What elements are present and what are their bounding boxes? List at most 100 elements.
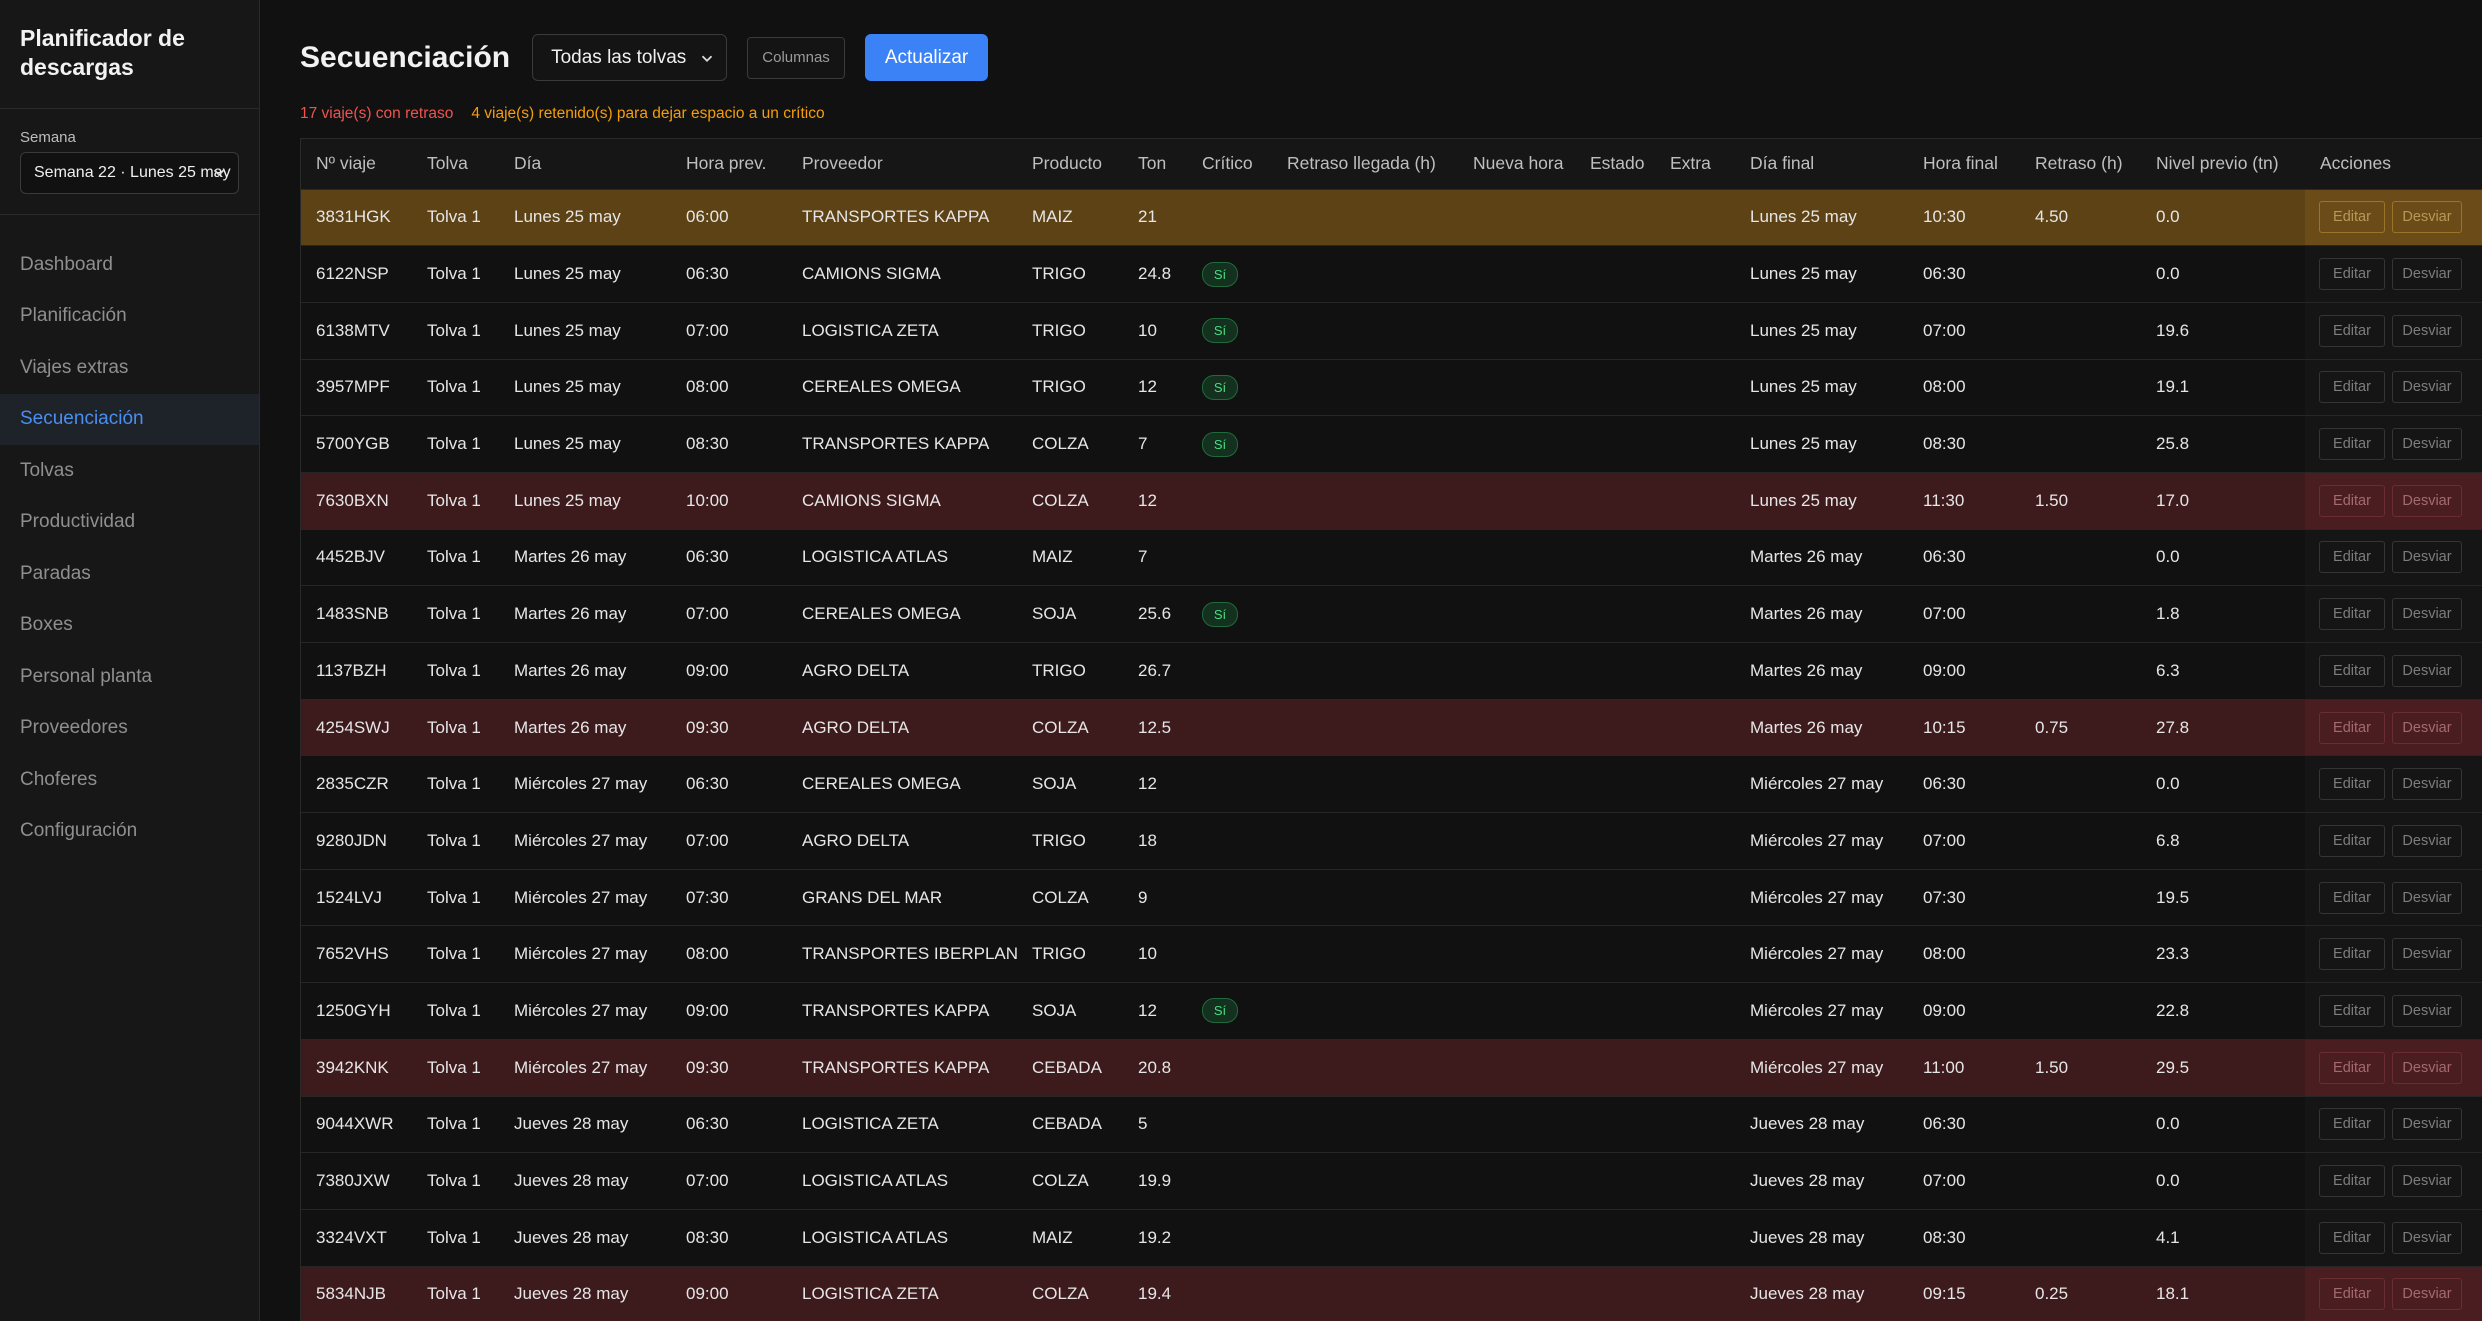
- edit-button[interactable]: Editar: [2319, 1108, 2385, 1141]
- column-header[interactable]: Hora prev.: [671, 139, 787, 190]
- edit-button[interactable]: Editar: [2319, 314, 2385, 347]
- edit-button[interactable]: Editar: [2319, 994, 2385, 1027]
- divert-button[interactable]: Desviar: [2392, 428, 2462, 461]
- week-select[interactable]: Semana 22 · Lunes 25 may: [20, 152, 239, 194]
- column-header[interactable]: Tolva: [412, 139, 499, 190]
- edit-button[interactable]: Editar: [2319, 428, 2385, 461]
- sidebar-item-productividad[interactable]: Productividad: [0, 497, 259, 549]
- divert-button[interactable]: Desviar: [2392, 201, 2462, 234]
- column-header[interactable]: Retraso llegada (h): [1272, 139, 1458, 190]
- divert-button[interactable]: Desviar: [2392, 1051, 2462, 1084]
- divert-button[interactable]: Desviar: [2392, 598, 2462, 631]
- table-row[interactable]: 3324VXT Tolva 1 Jueves 28 may 08:30 LOGISTIC…: [301, 1209, 2482, 1267]
- divert-button[interactable]: Desviar: [2392, 654, 2462, 687]
- sidebar-item-tolvas[interactable]: Tolvas: [0, 445, 259, 497]
- edit-button[interactable]: Editar: [2319, 201, 2385, 234]
- sidebar-item-dashboard[interactable]: Dashboard: [0, 239, 259, 291]
- edit-button[interactable]: Editar: [2319, 1165, 2385, 1198]
- edit-button[interactable]: Editar: [2319, 654, 2385, 687]
- ton-cell: 5: [1138, 1114, 1148, 1134]
- table-row[interactable]: 6138MTV Tolva 1 Lunes 25 may 07:00 LOGISTICA…: [301, 302, 2482, 360]
- supplier-cell: LOGISTICA ATLAS: [802, 547, 949, 567]
- column-header[interactable]: Nivel previo (tn): [2141, 139, 2305, 190]
- column-header[interactable]: Crítico: [1187, 139, 1272, 190]
- sidebar-item-proveedores[interactable]: Proveedores: [0, 703, 259, 755]
- column-header[interactable]: Extra: [1655, 139, 1735, 190]
- edit-button[interactable]: Editar: [2319, 541, 2385, 574]
- critical-cell: Sí: [1187, 302, 1272, 359]
- edit-button[interactable]: Editar: [2319, 711, 2385, 744]
- divert-button[interactable]: Desviar: [2392, 881, 2462, 914]
- table-row[interactable]: 1524LVJ Tolva 1 Miércoles 27 may 07:30 GRANS…: [301, 869, 2482, 926]
- table-row[interactable]: 7630BXN Tolva 1 Lunes 25 may 10:00 CAMIONS S…: [301, 472, 2482, 530]
- column-header[interactable]: Producto: [1017, 139, 1123, 190]
- edit-button[interactable]: Editar: [2319, 484, 2385, 517]
- column-header[interactable]: Nueva hora: [1458, 139, 1575, 190]
- edit-button[interactable]: Editar: [2319, 1221, 2385, 1254]
- column-header[interactable]: Ton: [1123, 139, 1187, 190]
- columns-button[interactable]: Columnas: [747, 36, 845, 79]
- divert-button[interactable]: Desviar: [2392, 938, 2462, 971]
- table-row[interactable]: 9044XWR Tolva 1 Jueves 28 may 06:30 LOGISTIC…: [301, 1096, 2482, 1153]
- column-header[interactable]: Proveedor: [787, 139, 1017, 190]
- refresh-button[interactable]: Actualizar: [864, 34, 989, 81]
- edit-button[interactable]: Editar: [2319, 768, 2385, 801]
- divert-button[interactable]: Desviar: [2392, 1221, 2462, 1254]
- edit-button[interactable]: Editar: [2319, 258, 2385, 291]
- divert-button[interactable]: Desviar: [2392, 541, 2462, 574]
- divert-button[interactable]: Desviar: [2392, 371, 2462, 404]
- tolva-cell: Tolva 1: [427, 1000, 481, 1020]
- sidebar-item-planificacion[interactable]: Planificación: [0, 291, 259, 343]
- divert-button[interactable]: Desviar: [2392, 1108, 2462, 1141]
- sidebar-item-configuracion[interactable]: Configuración: [0, 806, 259, 858]
- sidebar-item-boxes[interactable]: Boxes: [0, 600, 259, 652]
- divert-button[interactable]: Desviar: [2392, 768, 2462, 801]
- column-header[interactable]: Día: [499, 139, 671, 190]
- edit-button[interactable]: Editar: [2319, 598, 2385, 631]
- sidebar-item-viajes-extras[interactable]: Viajes extras: [0, 342, 259, 394]
- divert-button[interactable]: Desviar: [2392, 314, 2462, 347]
- table-row[interactable]: 4254SWJ Tolva 1 Martes 26 may 09:30 AGRO DEL…: [301, 699, 2482, 756]
- column-header[interactable]: Hora final: [1908, 139, 2020, 190]
- table-row[interactable]: 7380JXW Tolva 1 Jueves 28 may 07:00 LOGISTIC…: [301, 1152, 2482, 1210]
- divert-button[interactable]: Desviar: [2392, 1165, 2462, 1198]
- column-header[interactable]: Nº viaje: [301, 139, 412, 190]
- tolva-filter-select[interactable]: Todas las tolvas: [532, 34, 728, 81]
- sidebar-item-choferes[interactable]: Choferes: [0, 754, 259, 806]
- edit-button[interactable]: Editar: [2319, 371, 2385, 404]
- divert-button[interactable]: Desviar: [2392, 994, 2462, 1027]
- table-row[interactable]: 1250GYH Tolva 1 Miércoles 27 may 09:00 TRANS…: [301, 982, 2482, 1040]
- table-row[interactable]: 5834NJB Tolva 1 Jueves 28 may 09:00 LOGISTIC…: [301, 1266, 2482, 1321]
- edit-button[interactable]: Editar: [2319, 1051, 2385, 1084]
- edit-button[interactable]: Editar: [2319, 824, 2385, 857]
- divert-button[interactable]: Desviar: [2392, 711, 2462, 744]
- column-header[interactable]: Estado: [1575, 139, 1655, 190]
- table-row[interactable]: 5700YGB Tolva 1 Lunes 25 may 08:30 TRANSPORT…: [301, 415, 2482, 473]
- sequencing-table-container: Nº viaje Tolva Día Hora prev. Proveedor Produ…: [300, 138, 2482, 1321]
- table-row[interactable]: 1483SNB Tolva 1 Martes 26 may 07:00 CEREALES…: [301, 585, 2482, 643]
- edit-button[interactable]: Editar: [2319, 881, 2385, 914]
- divert-button[interactable]: Desviar: [2392, 1278, 2462, 1311]
- table-row[interactable]: 2835CZR Tolva 1 Miércoles 27 may 06:30 CEREA…: [301, 755, 2482, 813]
- column-header[interactable]: Retraso (h): [2020, 139, 2141, 190]
- table-row[interactable]: 4452BJV Tolva 1 Martes 26 may 06:30 LOGISTIC…: [301, 529, 2482, 586]
- divert-button[interactable]: Desviar: [2392, 824, 2462, 857]
- table-row[interactable]: 3831HGK Tolva 1 Lunes 25 may 06:00 TRANSPORT…: [301, 189, 2482, 246]
- table-row[interactable]: 3942KNK Tolva 1 Miércoles 27 may 09:30 TRANS…: [301, 1039, 2482, 1096]
- sidebar-item-paradas[interactable]: Paradas: [0, 548, 259, 600]
- actions-cell: Editar Desviar: [2305, 472, 2482, 530]
- sidebar-item-secuenciacion[interactable]: Secuenciación: [0, 393, 259, 445]
- column-header[interactable]: Acciones: [2305, 139, 2482, 190]
- sidebar-item-personal-planta[interactable]: Personal planta: [0, 651, 259, 703]
- table-row[interactable]: 3957MPF Tolva 1 Lunes 25 may 08:00 CEREALES …: [301, 359, 2482, 416]
- edit-button[interactable]: Editar: [2319, 1278, 2385, 1311]
- table-row[interactable]: 7652VHS Tolva 1 Miércoles 27 may 08:00 TRANS…: [301, 925, 2482, 983]
- table-row[interactable]: 1137BZH Tolva 1 Martes 26 may 09:00 AGRO DEL…: [301, 642, 2482, 700]
- column-header[interactable]: Día final: [1735, 139, 1908, 190]
- divert-button[interactable]: Desviar: [2392, 258, 2462, 291]
- table-row[interactable]: 6122NSP Tolva 1 Lunes 25 may 06:30 CAMIONS S…: [301, 245, 2482, 303]
- divert-button[interactable]: Desviar: [2392, 484, 2462, 517]
- final-time-cell: 06:30: [1923, 547, 1966, 567]
- table-row[interactable]: 9280JDN Tolva 1 Miércoles 27 may 07:00 AGRO …: [301, 812, 2482, 870]
- edit-button[interactable]: Editar: [2319, 938, 2385, 971]
